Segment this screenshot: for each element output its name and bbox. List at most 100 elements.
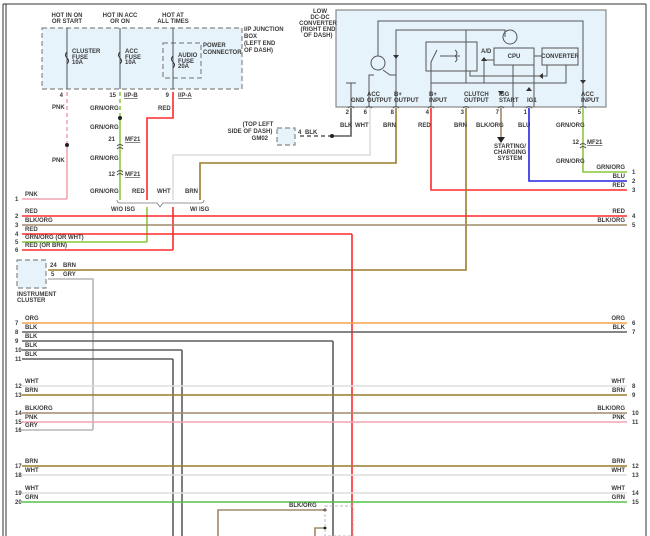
terminal-number: 15 xyxy=(15,420,22,426)
wire-gry xyxy=(48,278,94,430)
wire-label: GRN xyxy=(25,495,38,501)
wire-label: BRN xyxy=(612,388,625,394)
converter-pin-label: IG1 xyxy=(527,98,537,104)
terminal-number: 3 xyxy=(15,223,19,229)
wire-label: RED xyxy=(418,123,431,129)
connector-id: MF21 xyxy=(587,140,603,146)
wire-label: RED xyxy=(158,106,171,112)
pin-number: 12 xyxy=(572,140,579,146)
power-connector-label: CONNECTOR xyxy=(203,50,242,56)
wire-label: RED xyxy=(612,183,625,189)
junction-box-label: I/P JUNCTION xyxy=(244,27,284,33)
pin-number: 21 xyxy=(108,137,115,143)
wire-label: RED xyxy=(25,209,38,215)
wire-label: WHT xyxy=(355,123,369,129)
converter-pin-label: OUTPUT xyxy=(367,98,392,104)
arrow-down-icon xyxy=(497,137,505,143)
wire-label: WHT xyxy=(611,468,625,474)
wire-label: WHT xyxy=(611,379,625,385)
ad-label: A/D xyxy=(481,49,492,55)
pin-number: 1 xyxy=(524,110,528,116)
power-connector-label: POWER xyxy=(203,43,226,49)
variant-label: W/O ISG xyxy=(111,207,135,213)
terminal-number: 4 xyxy=(632,214,636,220)
connector-id: I/P-A xyxy=(178,93,192,99)
wire-label: RED (OR BRN) xyxy=(25,243,67,249)
wire-label: WHT xyxy=(25,486,39,492)
ground-gm02 xyxy=(276,127,296,146)
wire-label: BLK xyxy=(305,130,318,136)
pin-number: 15 xyxy=(109,93,116,99)
wiring-diagram: CLUSTER FUSE 10A ACC FUSE 10A AUDIO FUSE… xyxy=(2,3,647,536)
wire-label: BRN xyxy=(25,459,38,465)
pin-number: 9 xyxy=(166,93,170,99)
terminal-number: 5 xyxy=(632,223,636,229)
cpu-label: CPU xyxy=(508,54,521,60)
pin-number: 4 xyxy=(298,130,302,136)
terminal-number: 15 xyxy=(632,500,639,506)
wire-label: GRN/ORG xyxy=(556,123,585,129)
pin-number: 12 xyxy=(108,172,115,178)
wire-label: WHT xyxy=(25,468,39,474)
wire-label: BLK/ORG xyxy=(289,503,317,509)
wire-label: BRN xyxy=(25,388,38,394)
wire-brn xyxy=(199,108,397,200)
terminal-number: 9 xyxy=(632,393,636,399)
wire-label: GRN xyxy=(612,495,625,501)
terminal-number: 12 xyxy=(15,384,22,390)
junction-box-label: (LEFT END xyxy=(244,41,276,47)
terminal-number: 19 xyxy=(15,491,22,497)
wire-label: BLK xyxy=(25,325,38,331)
wire-label: GRN/ORG xyxy=(90,156,119,162)
converter-pin-label: OUTPUT xyxy=(464,98,489,104)
wire-label: RED xyxy=(612,209,625,215)
variant-label: W/ ISG xyxy=(190,207,210,213)
terminal-number: 3 xyxy=(632,188,636,194)
junction-box-label: BOX xyxy=(244,34,257,40)
wire-label: BLK xyxy=(25,334,38,340)
converter-pin-label: GND xyxy=(351,98,365,104)
wire-label: PNK xyxy=(612,415,625,421)
terminal-number: 14 xyxy=(632,491,639,497)
converter-pin-label: INPUT xyxy=(581,98,599,104)
converter-pin-label: OUTPUT xyxy=(394,98,419,104)
terminal-number: 2 xyxy=(15,214,19,220)
wire-label: ORG xyxy=(25,316,39,322)
terminal-number: 8 xyxy=(15,330,19,336)
terminal-number: 4 xyxy=(15,232,19,238)
wire-label: PNK xyxy=(25,192,38,198)
terminal-number: 16 xyxy=(15,428,22,434)
converter-block-label: CONVERTER xyxy=(541,54,579,60)
bottom-connector xyxy=(324,505,354,536)
supply-label: OR START xyxy=(52,19,83,25)
junction-box-label: OF DASH) xyxy=(244,48,273,54)
wire-label: GRN/ORG xyxy=(90,189,119,195)
wire-label: BRN xyxy=(383,123,396,129)
pin-number: 2 xyxy=(346,110,350,116)
terminal-number: 2 xyxy=(632,179,636,185)
wire-blk-org-bottom xyxy=(314,527,325,536)
terminal-number: 11 xyxy=(632,420,639,426)
pin-number: 4 xyxy=(60,93,64,99)
pin-number: 4 xyxy=(426,110,430,116)
ground-location: SIDE OF DASH) xyxy=(228,129,273,135)
terminal-number: 9 xyxy=(15,339,19,345)
supply-label: ALL TIMES xyxy=(157,19,189,25)
converter-pin-label: START xyxy=(499,98,519,104)
wire-label: GRN/ORG xyxy=(556,159,585,165)
starting-charging-label: SYSTEM xyxy=(498,156,523,162)
wire-blk-org-bottom xyxy=(217,509,325,536)
wire-label: BRN xyxy=(63,263,76,269)
instrument-cluster xyxy=(16,259,47,289)
pin-number: 5 xyxy=(51,272,55,278)
wire-label: GRN/ORG xyxy=(596,165,625,171)
ground-id: GM02 xyxy=(252,136,269,142)
wire-label: BLK/ORG xyxy=(597,218,625,224)
ground-location: (TOP LEFT xyxy=(243,122,274,128)
wire-label: GRN/ORG xyxy=(90,106,119,112)
terminal-number: 20 xyxy=(15,500,22,506)
terminal-number: 17 xyxy=(15,464,22,470)
terminal-number: 18 xyxy=(15,473,22,479)
supply-label: OR ON xyxy=(110,19,130,25)
terminal-number: 10 xyxy=(15,348,22,354)
